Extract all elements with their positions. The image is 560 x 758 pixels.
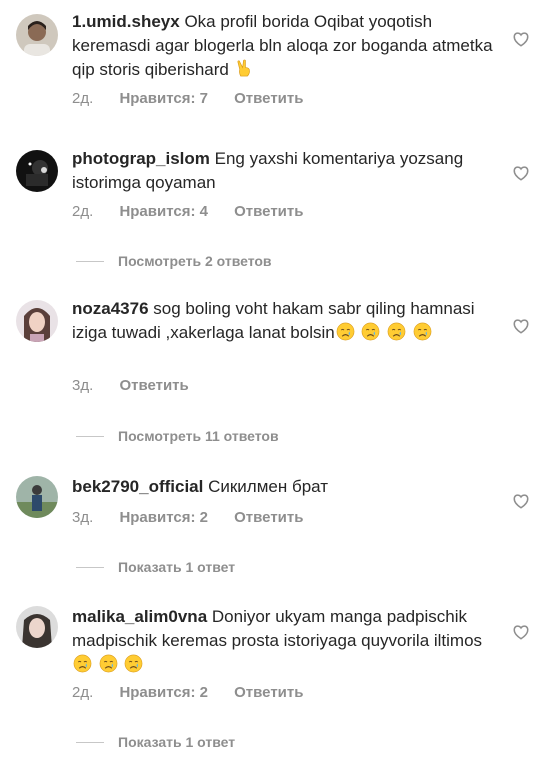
crying-face-emoji-icon [124, 654, 143, 673]
comment-username[interactable]: malika_alim0vna [72, 607, 207, 626]
likes-count[interactable]: Нравится: 2 [119, 684, 208, 701]
comment-meta: 2д. Нравится: 7 Ответить [72, 90, 325, 107]
reply-button[interactable]: Ответить [234, 509, 303, 526]
replies-divider [76, 435, 104, 437]
crying-face-emoji-icon [361, 322, 380, 341]
comment-text: 1.umid.sheyx Oka profil borida Oqibat yo… [72, 10, 497, 82]
comment-username[interactable]: noza4376 [72, 299, 149, 318]
replies-divider [76, 741, 104, 743]
likes-count[interactable]: Нравится: 4 [119, 203, 208, 220]
reply-button[interactable]: Ответить [234, 203, 303, 220]
reply-button[interactable]: Ответить [234, 90, 303, 107]
comment-username[interactable]: photograp_islom [72, 149, 210, 168]
avatar[interactable] [16, 150, 58, 192]
comment-meta: 3д. Нравится: 2 Ответить [72, 509, 325, 526]
likes-count[interactable]: Нравится: 7 [119, 90, 208, 107]
comment-text: noza4376 sog boling voht hakam sabr qili… [72, 297, 497, 345]
comment-time: 2д. [72, 90, 94, 107]
view-replies-button[interactable]: Показать 1 ответ [76, 559, 235, 575]
view-replies-button[interactable]: Показать 1 ответ [76, 734, 235, 750]
crying-face-emoji-icon [73, 654, 92, 673]
comment-time: 2д. [72, 203, 94, 220]
view-replies-label[interactable]: Посмотреть 11 ответов [118, 428, 279, 444]
avatar[interactable] [16, 14, 58, 56]
comment-time: 3д. [72, 509, 94, 526]
view-replies-button[interactable]: Посмотреть 2 ответов [76, 253, 272, 269]
heart-outline-icon[interactable] [512, 164, 530, 182]
comment-username[interactable]: bek2790_official [72, 477, 203, 496]
heart-outline-icon[interactable] [512, 492, 530, 510]
comment-text: photograp_islom Eng yaxshi komentariya y… [72, 147, 497, 195]
comment-username[interactable]: 1.umid.sheyx [72, 12, 180, 31]
likes-count[interactable]: Нравится: 2 [119, 509, 208, 526]
reply-button[interactable]: Ответить [234, 684, 303, 701]
comment-text: malika_alim0vna Doniyor ukyam manga padp… [72, 605, 497, 677]
reply-button[interactable]: Ответить [119, 377, 188, 394]
crying-face-emoji-icon [413, 322, 432, 341]
victory-hand-emoji-icon [235, 59, 254, 78]
heart-outline-icon[interactable] [512, 30, 530, 48]
replies-divider [76, 260, 104, 262]
view-replies-button[interactable]: Посмотреть 11 ответов [76, 428, 279, 444]
avatar[interactable] [16, 300, 58, 342]
heart-outline-icon[interactable] [512, 317, 530, 335]
avatar[interactable] [16, 476, 58, 518]
view-replies-label[interactable]: Посмотреть 2 ответов [118, 253, 272, 269]
comment-meta: 3д. Ответить [72, 377, 211, 394]
crying-face-emoji-icon [99, 654, 118, 673]
replies-divider [76, 566, 104, 568]
view-replies-label[interactable]: Показать 1 ответ [118, 559, 235, 575]
comment-meta: 2д. Нравится: 4 Ответить [72, 203, 325, 220]
comment-time: 2д. [72, 684, 94, 701]
comment-time: 3д. [72, 377, 94, 394]
view-replies-label[interactable]: Показать 1 ответ [118, 734, 235, 750]
comment-meta: 2д. Нравится: 2 Ответить [72, 684, 325, 701]
crying-face-emoji-icon [336, 322, 355, 341]
comment-text: bek2790_official Сикилмен брат [72, 475, 497, 499]
avatar[interactable] [16, 606, 58, 648]
crying-face-emoji-icon [387, 322, 406, 341]
heart-outline-icon[interactable] [512, 623, 530, 641]
comment-body: Сикилмен брат [208, 477, 329, 496]
